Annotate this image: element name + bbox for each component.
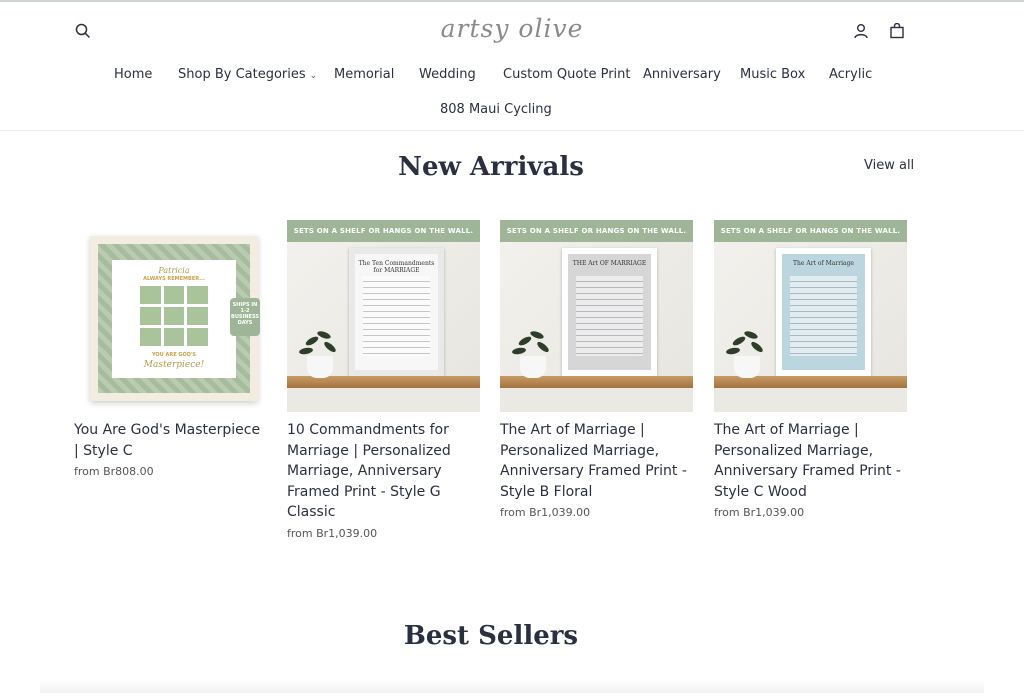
new-arrivals-title: New Arrivals	[398, 152, 584, 182]
frame-image: THE Art OF MARRIAGE	[562, 248, 657, 376]
frame-image: The Ten Commandments for MARRIAGE	[349, 248, 444, 376]
product-banner: SETS ON A SHELF OR HANGS ON THE WALL.	[287, 220, 480, 242]
ships-badge: SHIPS IN 1-2 BUSINESS DAYS	[230, 298, 260, 336]
doc-lines	[576, 276, 643, 356]
product-price: from Br1,039.00	[287, 526, 378, 540]
shelf-shadow	[287, 388, 480, 412]
product-banner: SETS ON A SHELF OR HANGS ON THE WALL.	[714, 220, 907, 242]
product-title[interactable]: 10 Commandments for Marriage | Personali…	[287, 420, 480, 523]
print-grid	[140, 286, 208, 346]
plant-pot	[734, 356, 760, 378]
plant-pot	[307, 356, 333, 378]
nav-music-box[interactable]: Music Box	[740, 67, 805, 82]
doc-lines	[790, 276, 857, 356]
product-card[interactable]: SETS ON A SHELF OR HANGS ON THE WALL. Th…	[287, 220, 480, 540]
chevron-down-icon: ⌄	[309, 71, 318, 81]
site-header: artsy olive Home Shop By Categories ⌄ Mem…	[0, 0, 1024, 131]
nav-custom-quote-print[interactable]: Custom Quote Print	[503, 67, 631, 82]
nav-home[interactable]: Home	[114, 67, 152, 82]
nav-808-maui-cycling[interactable]: 808 Maui Cycling	[440, 102, 552, 117]
product-card[interactable]: SETS ON A SHELF OR HANGS ON THE WALL. TH…	[500, 220, 693, 519]
doc-title-text: The Ten Commandments for MARRIAGE	[358, 260, 435, 274]
logo-text: artsy olive	[440, 14, 584, 43]
frame-inner: The Ten Commandments for MARRIAGE	[355, 254, 438, 370]
print-footer-text: YOU ARE GOD'S	[151, 352, 196, 358]
best-sellers-title: Best Sellers	[403, 621, 579, 651]
account-icon[interactable]	[848, 18, 874, 44]
product-card[interactable]: SETS ON A SHELF OR HANGS ON THE WALL. Th…	[714, 220, 907, 519]
product-price: from Br1,039.00	[714, 506, 805, 519]
nav-memorial[interactable]: Memorial	[334, 67, 394, 82]
shelf-shadow	[714, 388, 907, 412]
frame-inner: THE Art OF MARRIAGE	[568, 254, 651, 370]
product-title[interactable]: The Art of Marriage | Personalized Marri…	[500, 420, 693, 502]
cart-icon[interactable]	[884, 18, 910, 44]
plant-pot	[520, 356, 546, 378]
view-all-link[interactable]: View all	[864, 158, 914, 173]
frame-image: The Art of Marriage	[776, 248, 871, 376]
print-subtitle-text: ALWAYS REMEMBER...	[143, 276, 205, 282]
doc-title-text: THE Art OF MARRIAGE	[572, 260, 647, 267]
product-card[interactable]: Patricia ALWAYS REMEMBER... YOU ARE GOD'…	[74, 220, 267, 478]
product-image[interactable]: SETS ON A SHELF OR HANGS ON THE WALL. Th…	[714, 220, 907, 412]
nav-shop-by-categories-label: Shop By Categories	[178, 67, 306, 82]
print-artwork: Patricia ALWAYS REMEMBER... YOU ARE GOD'…	[112, 260, 236, 378]
product-title[interactable]: You Are God's Masterpiece | Style C	[74, 420, 267, 461]
nav-wedding[interactable]: Wedding	[419, 67, 476, 82]
product-price: from Br1,039.00	[500, 506, 591, 519]
product-banner: SETS ON A SHELF OR HANGS ON THE WALL.	[500, 220, 693, 242]
frame-inner: The Art of Marriage	[782, 254, 865, 370]
product-price: from Br808.00	[74, 465, 154, 478]
doc-title-text: The Art of Marriage	[793, 260, 854, 267]
product-image[interactable]: SETS ON A SHELF OR HANGS ON THE WALL. TH…	[500, 220, 693, 412]
doc-lines	[363, 276, 430, 356]
product-image[interactable]: SETS ON A SHELF OR HANGS ON THE WALL. Th…	[287, 220, 480, 412]
print-footer-script: Masterpiece!	[143, 360, 205, 370]
frame-mat: Patricia ALWAYS REMEMBER... YOU ARE GOD'…	[98, 244, 250, 393]
product-title[interactable]: The Art of Marriage | Personalized Marri…	[714, 420, 907, 502]
best-sellers-preview	[40, 680, 984, 693]
product-image[interactable]: Patricia ALWAYS REMEMBER... YOU ARE GOD'…	[74, 220, 267, 412]
shelf-shadow	[500, 388, 693, 412]
print-name-text: Patricia	[158, 266, 190, 275]
nav-shop-by-categories[interactable]: Shop By Categories ⌄	[178, 67, 317, 82]
nav-anniversary[interactable]: Anniversary	[643, 67, 721, 82]
nav-acrylic[interactable]: Acrylic	[829, 67, 872, 82]
